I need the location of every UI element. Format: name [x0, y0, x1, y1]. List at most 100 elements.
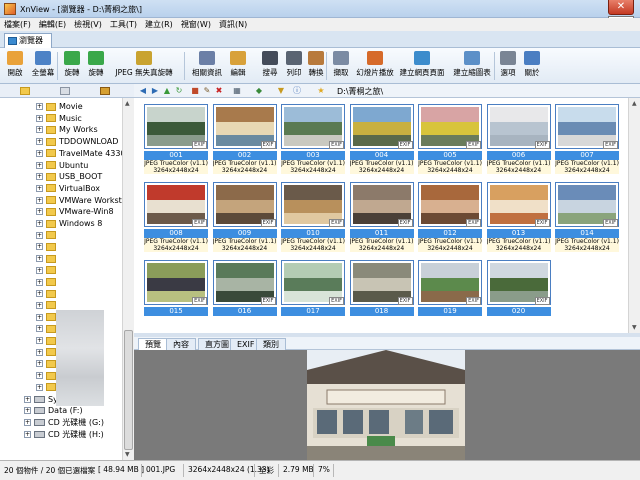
filter-icon[interactable]: ■	[190, 86, 200, 96]
thumbnail-item[interactable]: EXIF 002 JPEG TrueColor (v1.1) 3264x2448x24	[212, 104, 277, 174]
expand-icon[interactable]: +	[36, 173, 43, 181]
expand-icon[interactable]: +	[36, 208, 43, 216]
view-mode-icon[interactable]: ▦	[232, 86, 242, 96]
info-icon[interactable]: ⓘ	[292, 86, 302, 96]
toolbar-button-12[interactable]: 建立網頁頁面	[398, 51, 446, 81]
expand-icon[interactable]: +	[36, 138, 43, 146]
menu-item-1[interactable]: 編輯(E)	[35, 18, 70, 31]
tree-folder[interactable]: +	[36, 288, 59, 300]
thumbnail-item[interactable]: EXIF 001 JPEG TrueColor (v1.1) 3264x2448x24	[144, 104, 208, 174]
tree-folder[interactable]: + Windows 8	[36, 218, 102, 230]
expand-icon[interactable]: +	[36, 290, 43, 298]
toolbar-button-11[interactable]: 幻燈片播放	[356, 51, 394, 81]
expand-icon[interactable]: +	[36, 196, 43, 204]
expand-icon[interactable]: +	[24, 407, 31, 415]
folder-tree-scrollbar[interactable]: ▲ ▼	[122, 98, 134, 460]
delete-icon[interactable]: ✖	[214, 86, 224, 96]
up-folder-icon[interactable]: ▲	[162, 86, 172, 96]
refresh-icon[interactable]: ↻	[174, 86, 184, 96]
tree-folder[interactable]: +	[36, 253, 59, 265]
expand-icon[interactable]: +	[36, 348, 43, 356]
back-arrow-icon[interactable]: ◀	[138, 86, 148, 96]
toolbar-button-3[interactable]: 旋轉	[86, 51, 106, 81]
forward-arrow-icon[interactable]: ▶	[150, 86, 160, 96]
thumbnail-item[interactable]: EXIF 016	[212, 260, 277, 330]
thumbnail-item[interactable]: EXIF 020	[486, 260, 551, 330]
thumbnail-item[interactable]: EXIF 012 JPEG TrueColor (v1.1) 3264x2448x24	[418, 182, 482, 252]
thumbnail-item[interactable]: EXIF 006 JPEG TrueColor (v1.1) 3264x2448x24	[486, 104, 551, 174]
toolbar-button-13[interactable]: 建立縮圖表	[450, 51, 494, 81]
tree-folder[interactable]: +	[36, 230, 59, 242]
tree-folder[interactable]: + VirtualBox	[36, 183, 100, 195]
tab-favorites[interactable]	[46, 85, 84, 97]
expand-icon[interactable]: +	[36, 337, 43, 344]
expand-icon[interactable]: +	[36, 383, 43, 391]
thumbnail-item[interactable]: EXIF 018	[349, 260, 414, 330]
address-path[interactable]: D:\菁桐之旅\	[337, 86, 383, 97]
tab-browser[interactable]: 瀏覽器	[4, 33, 52, 48]
menu-item-6[interactable]: 資訊(N)	[215, 18, 251, 31]
expand-icon[interactable]: +	[36, 243, 43, 251]
expand-icon[interactable]: +	[36, 220, 43, 227]
filter-funnel-icon[interactable]: ▼	[276, 86, 286, 96]
tab-folders[interactable]	[6, 85, 44, 97]
menu-item-4[interactable]: 建立(R)	[141, 18, 177, 31]
toolbar-button-6[interactable]: 編輯	[226, 51, 250, 81]
tree-folder[interactable]: + TravelMate 4330	[36, 148, 122, 160]
scroll-down-arrow-icon[interactable]: ▼	[125, 451, 130, 458]
expand-icon[interactable]: +	[36, 103, 43, 110]
toolbar-button-1[interactable]: 全螢幕	[30, 51, 56, 81]
toolbar-button-0[interactable]: 開啟	[4, 51, 26, 81]
expand-icon[interactable]: +	[24, 418, 31, 426]
expand-icon[interactable]: +	[36, 266, 43, 274]
toolbar-button-9[interactable]: 轉換	[306, 51, 326, 81]
thumbnail-item[interactable]: EXIF 013 JPEG TrueColor (v1.1) 3264x2448x24	[486, 182, 551, 252]
thumbnail-item[interactable]: EXIF 015	[144, 260, 208, 330]
tree-folder[interactable]: + Music	[36, 113, 82, 125]
expand-icon[interactable]: +	[24, 430, 31, 438]
toolbar-button-8[interactable]: 列印	[284, 51, 304, 81]
expand-icon[interactable]: +	[36, 301, 43, 309]
tree-drive[interactable]: + CD 光碟機 (H:)	[24, 429, 104, 441]
toolbar-button-14[interactable]: 選項	[498, 51, 518, 81]
expand-icon[interactable]: +	[36, 149, 43, 157]
toolbar-button-2[interactable]: 旋轉	[62, 51, 82, 81]
expand-icon[interactable]: +	[36, 313, 43, 321]
tree-folder[interactable]: +	[36, 265, 59, 277]
thumbnail-item[interactable]: EXIF 019	[418, 260, 482, 330]
tree-folder[interactable]: +	[36, 277, 59, 289]
scroll-up-arrow-icon[interactable]: ▲	[125, 100, 130, 107]
thumbnail-item[interactable]: EXIF 005 JPEG TrueColor (v1.1) 3264x2448x24	[418, 104, 482, 174]
expand-icon[interactable]: +	[36, 114, 43, 122]
thumbnail-item[interactable]: EXIF 007 JPEG TrueColor (v1.1) 3264x2448x24	[555, 104, 619, 174]
scroll-down-arrow-icon[interactable]: ▼	[632, 324, 637, 331]
thumbnail-item[interactable]: EXIF 003 JPEG TrueColor (v1.1) 3264x2448x24	[281, 104, 345, 174]
tree-drive[interactable]: + CD 光碟機 (G:)	[24, 417, 104, 429]
thumbnail-item[interactable]: EXIF 008 JPEG TrueColor (v1.1) 3264x2448x24	[144, 182, 208, 252]
tab-categories[interactable]	[86, 85, 124, 97]
tree-folder[interactable]: + Ubuntu	[36, 160, 88, 172]
toolbar-button-15[interactable]: 關於	[522, 51, 542, 81]
expand-icon[interactable]: +	[36, 325, 43, 333]
expand-icon[interactable]: +	[36, 161, 43, 169]
expand-icon[interactable]: +	[36, 360, 43, 368]
expand-icon[interactable]: +	[36, 278, 43, 286]
toolbar-button-7[interactable]: 搜尋	[260, 51, 280, 81]
expand-icon[interactable]: +	[36, 126, 43, 134]
tree-folder[interactable]: + My Works	[36, 124, 98, 136]
favorite-star-icon[interactable]: ★	[316, 86, 326, 96]
tree-folder[interactable]: +	[36, 241, 59, 253]
expand-icon[interactable]: +	[36, 372, 43, 380]
toolbar-button-10[interactable]: 擷取	[330, 51, 352, 81]
expand-icon[interactable]: +	[36, 231, 43, 239]
folder-tree-scroll-thumb[interactable]	[124, 330, 133, 450]
thumbnail-item[interactable]: EXIF 004 JPEG TrueColor (v1.1) 3264x2448x24	[349, 104, 414, 174]
thumbnail-item[interactable]: EXIF 017	[281, 260, 345, 330]
scroll-up-arrow-icon[interactable]: ▲	[632, 100, 637, 107]
tree-folder[interactable]: + TDDOWNLOAD	[36, 136, 118, 148]
sort-icon[interactable]: ◆	[254, 86, 264, 96]
preview-tab-4[interactable]: 類別	[256, 338, 286, 350]
expand-icon[interactable]: +	[36, 255, 43, 263]
expand-icon[interactable]: +	[36, 184, 43, 192]
thumbnail-item[interactable]: EXIF 014 JPEG TrueColor (v1.1) 3264x2448x24	[555, 182, 619, 252]
